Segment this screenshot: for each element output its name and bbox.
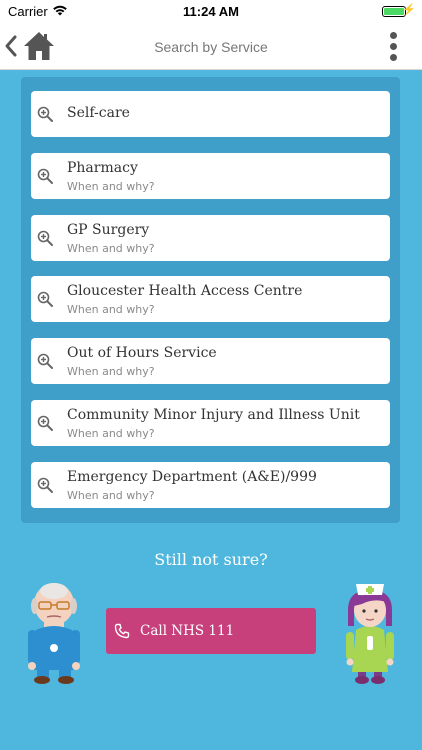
nav-bar: Search by Service (0, 22, 422, 70)
service-label: GP Surgery (67, 221, 150, 238)
service-label: Out of Hours Service (67, 345, 217, 362)
call-nhs-111-button[interactable]: Call NHS 111 (106, 608, 316, 654)
clock: 11:24 AM (183, 4, 239, 19)
service-subtitle: When and why? (67, 488, 155, 502)
service-item-4[interactable]: Gloucester Health Access Centre When and… (31, 276, 390, 323)
zoom-in-icon (37, 106, 53, 122)
service-list: Self-care Pharmacy When and why? GP Surg… (21, 77, 400, 523)
status-bar: Carrier 11:24 AM ⚡ (0, 0, 422, 22)
service-subtitle: When and why? (67, 303, 155, 317)
service-item-2[interactable]: Pharmacy When and why? (31, 152, 390, 199)
charging-icon: ⚡ (402, 4, 416, 16)
zoom-in-icon (37, 292, 53, 308)
service-item-5[interactable]: Out of Hours Service When and why? (31, 338, 390, 385)
service-subtitle: When and why? (67, 365, 155, 379)
service-label: Pharmacy (67, 159, 138, 176)
nurse-illustration (346, 584, 394, 684)
zoom-in-icon (37, 477, 53, 493)
more-vertical-icon[interactable] (390, 32, 398, 62)
call-button-label: Call NHS 111 (140, 623, 235, 639)
service-label: Self-care (67, 105, 130, 121)
phone-icon (114, 623, 130, 639)
service-subtitle: When and why? (67, 179, 155, 193)
page-title: Search by Service (154, 39, 268, 55)
service-item-1[interactable]: Self-care (31, 91, 390, 137)
service-item-7[interactable]: Emergency Department (A&E)/999 When and … (31, 461, 390, 508)
zoom-in-icon (37, 415, 53, 431)
service-subtitle: When and why? (67, 426, 155, 440)
zoom-in-icon (37, 353, 53, 370)
zoom-in-icon (37, 230, 53, 246)
service-subtitle: When and why? (67, 241, 155, 255)
patient-illustration (28, 583, 80, 684)
service-item-6[interactable]: Community Minor Injury and Illness Unit … (31, 399, 390, 446)
still-not-sure-text: Still not sure? (154, 550, 268, 569)
service-label: Emergency Department (A&E)/999 (67, 468, 317, 485)
service-item-3[interactable]: GP Surgery When and why? (31, 214, 390, 261)
service-label: Gloucester Health Access Centre (67, 283, 303, 300)
zoom-in-icon (37, 168, 53, 184)
service-label: Community Minor Injury and Illness Unit (67, 406, 360, 423)
